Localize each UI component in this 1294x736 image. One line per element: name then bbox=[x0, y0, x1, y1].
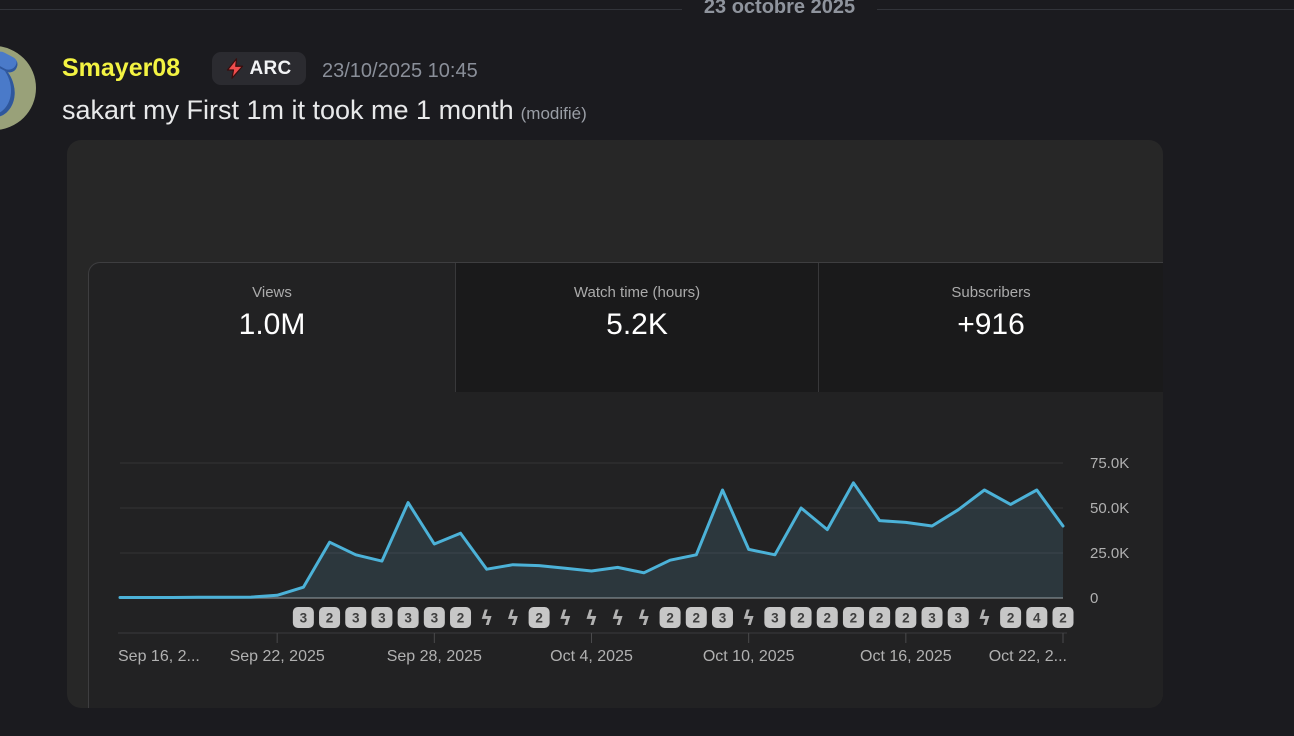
clan-tag-badge[interactable]: ARC bbox=[212, 52, 306, 85]
y-tick-label: 75.0K bbox=[1090, 455, 1129, 472]
shorts-upload-icon: ϟ bbox=[742, 606, 755, 630]
message-content: sakart my First 1m it took me 1 month bbox=[62, 95, 514, 125]
message-text: sakart my First 1m it took me 1 month (mo… bbox=[62, 95, 587, 126]
message-timestamp: 23/10/2025 10:45 bbox=[322, 60, 478, 83]
y-tick-label: 0 bbox=[1090, 590, 1098, 607]
avatar[interactable] bbox=[0, 46, 36, 130]
x-tick-label: Oct 22, 2... bbox=[989, 648, 1067, 665]
shorts-upload-icon: ϟ bbox=[611, 606, 624, 630]
upload-count-label: 3 bbox=[352, 611, 360, 626]
date-divider: 23 octobre 2025 bbox=[682, 0, 877, 19]
upload-count-label: 3 bbox=[771, 611, 779, 626]
y-tick-label: 25.0K bbox=[1090, 545, 1129, 562]
upload-count-label: 3 bbox=[378, 611, 386, 626]
upload-count-label: 2 bbox=[876, 611, 884, 626]
x-tick-label: Sep 16, 2... bbox=[118, 648, 200, 665]
upload-count-label: 2 bbox=[823, 611, 831, 626]
upload-count-label: 2 bbox=[457, 611, 465, 626]
upload-count-label: 3 bbox=[928, 611, 936, 626]
shorts-upload-icon: ϟ bbox=[506, 606, 519, 630]
chart-area-fill bbox=[120, 483, 1063, 598]
upload-count-label: 2 bbox=[666, 611, 674, 626]
upload-count-label: 2 bbox=[535, 611, 543, 626]
views-area-chart: 75.0K50.0K25.0K03233332ϟϟ2ϟϟϟϟ223ϟ322222… bbox=[67, 140, 1163, 708]
upload-count-label: 3 bbox=[431, 611, 439, 626]
clan-tag-label: ARC bbox=[249, 58, 291, 80]
edited-label: (modifié) bbox=[521, 104, 587, 123]
upload-count-label: 3 bbox=[719, 611, 727, 626]
shorts-upload-icon: ϟ bbox=[559, 606, 572, 630]
date-divider-line bbox=[0, 9, 682, 10]
upload-count-label: 2 bbox=[797, 611, 805, 626]
upload-count-label: 2 bbox=[1059, 611, 1067, 626]
x-tick-label: Oct 4, 2025 bbox=[550, 648, 633, 665]
shorts-upload-icon: ϟ bbox=[978, 606, 991, 630]
upload-count-label: 2 bbox=[850, 611, 858, 626]
lightning-bolt-icon bbox=[226, 57, 244, 80]
username[interactable]: Smayer08 bbox=[62, 54, 180, 83]
shorts-upload-icon: ϟ bbox=[585, 606, 598, 630]
x-tick-label: Oct 16, 2025 bbox=[860, 648, 952, 665]
upload-count-label: 4 bbox=[1033, 611, 1041, 626]
upload-count-label: 2 bbox=[1007, 611, 1015, 626]
y-tick-label: 50.0K bbox=[1090, 500, 1129, 517]
upload-count-label: 2 bbox=[693, 611, 701, 626]
shorts-upload-icon: ϟ bbox=[637, 606, 650, 630]
shorts-upload-icon: ϟ bbox=[480, 606, 493, 630]
date-divider-line bbox=[877, 9, 1294, 10]
x-tick-label: Sep 22, 2025 bbox=[230, 648, 325, 665]
upload-count-label: 3 bbox=[300, 611, 308, 626]
upload-count-label: 2 bbox=[326, 611, 334, 626]
x-tick-label: Sep 28, 2025 bbox=[387, 648, 482, 665]
upload-count-label: 2 bbox=[902, 611, 910, 626]
upload-count-label: 3 bbox=[404, 611, 412, 626]
discord-chat-screen: 23 octobre 2025 Smayer08 ARC 23/10/2025 … bbox=[0, 0, 1294, 736]
analytics-image-embed[interactable]: Your channel has gotten 1,004,833 views … bbox=[67, 140, 1163, 708]
upload-count-label: 3 bbox=[954, 611, 962, 626]
x-tick-label: Oct 10, 2025 bbox=[703, 648, 795, 665]
